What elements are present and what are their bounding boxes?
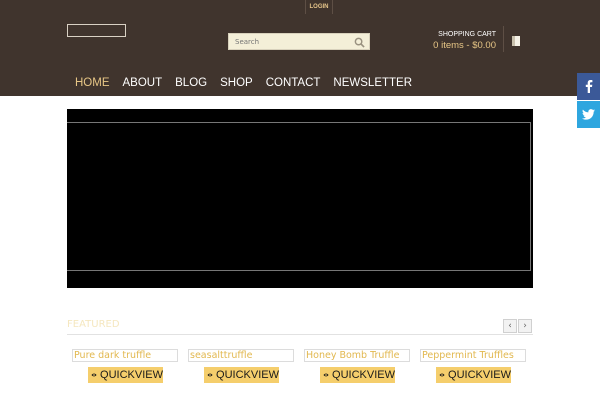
site-logo[interactable] [67,24,126,37]
product-name[interactable]: Pure dark truffle [72,349,178,362]
search-box [228,33,370,50]
quickview-button[interactable]: QUICKVIEW [320,367,395,383]
carousel-next-button[interactable]: › [518,319,532,333]
product-card: Peppermint Truffles QUICKVIEW [420,349,526,383]
eye-icon [439,373,445,377]
quickview-label: QUICKVIEW [448,369,511,381]
twitter-icon [582,109,595,120]
quickview-button[interactable]: QUICKVIEW [436,367,511,383]
login-link[interactable]: LOGIN [305,0,333,14]
quickview-label: QUICKVIEW [332,369,395,381]
nav-item-newsletter[interactable]: NEWSLETTER [333,76,412,90]
nav-item-contact[interactable]: CONTACT [266,76,321,90]
product-name[interactable]: seasalttruffle [188,349,294,362]
quickview-button[interactable]: QUICKVIEW [204,367,279,383]
featured-divider [67,334,533,335]
shopping-bag-icon[interactable] [511,35,521,47]
product-card: Honey Bomb Truffle QUICKVIEW [304,349,410,383]
product-card: Pure dark truffle QUICKVIEW [72,349,178,383]
hero-slider[interactable] [67,109,533,288]
product-name[interactable]: Honey Bomb Truffle [304,349,410,362]
cart-title[interactable]: SHOPPING CART [400,31,496,38]
cart-divider [503,26,504,52]
site-header: LOGIN SHOPPING CART 0 items - $0.00 HOME… [0,0,600,96]
quickview-button[interactable]: QUICKVIEW [88,367,163,383]
main-nav: HOME ABOUT BLOG SHOP CONTACT NEWSLETTER [70,76,425,90]
twitter-button[interactable] [577,101,600,128]
cart-summary[interactable]: 0 items - $0.00 [400,40,496,51]
featured-heading: FEATURED [67,319,120,330]
quickview-label: QUICKVIEW [100,369,163,381]
product-name[interactable]: Peppermint Truffles [420,349,526,362]
eye-icon [91,373,97,377]
eye-icon [207,373,213,377]
eye-icon [323,373,329,377]
quickview-label: QUICKVIEW [216,369,279,381]
search-input[interactable] [235,36,345,48]
carousel-arrows: ‹ › [503,319,533,333]
search-icon[interactable] [354,37,365,48]
facebook-button[interactable] [577,73,600,100]
carousel-prev-button[interactable]: ‹ [503,319,517,333]
nav-item-home[interactable]: HOME [75,76,110,90]
nav-item-about[interactable]: ABOUT [123,76,163,90]
nav-item-shop[interactable]: SHOP [220,76,253,90]
slider-frame [67,122,531,271]
nav-item-blog[interactable]: BLOG [175,76,207,90]
facebook-icon [585,80,592,93]
product-card: seasalttruffle QUICKVIEW [188,349,294,383]
